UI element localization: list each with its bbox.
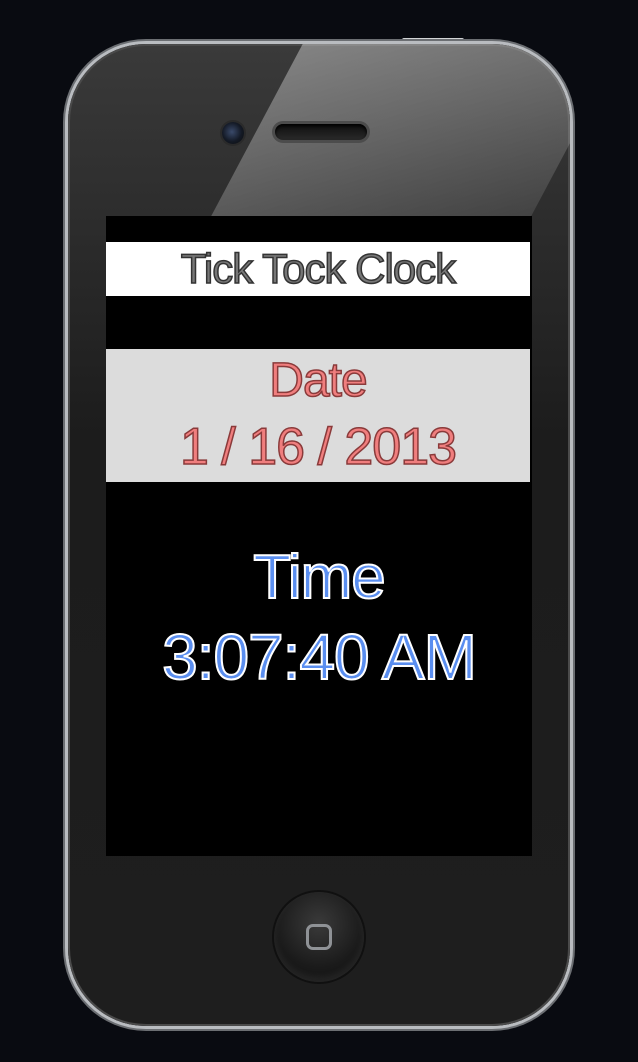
home-button-icon [306, 924, 332, 950]
phone-body: Tick Tock Clock Date 1 / 16 / 2013 Time … [68, 44, 570, 1026]
home-button[interactable] [274, 892, 364, 982]
time-value: 3:07:40 AM [161, 620, 478, 694]
date-panel: Date 1 / 16 / 2013 [106, 349, 530, 482]
time-label: Time [252, 542, 386, 613]
title-bar: Tick Tock Clock [106, 242, 530, 296]
app-screen: Tick Tock Clock Date 1 / 16 / 2013 Time … [106, 216, 532, 856]
date-value: 1 / 16 / 2013 [179, 417, 458, 477]
camera-icon [222, 122, 244, 144]
speaker-icon [275, 124, 367, 140]
app-title: Tick Tock Clock [180, 244, 457, 293]
date-label: Date [269, 353, 369, 408]
device-stage: Tick Tock Clock Date 1 / 16 / 2013 Time … [0, 0, 638, 1062]
